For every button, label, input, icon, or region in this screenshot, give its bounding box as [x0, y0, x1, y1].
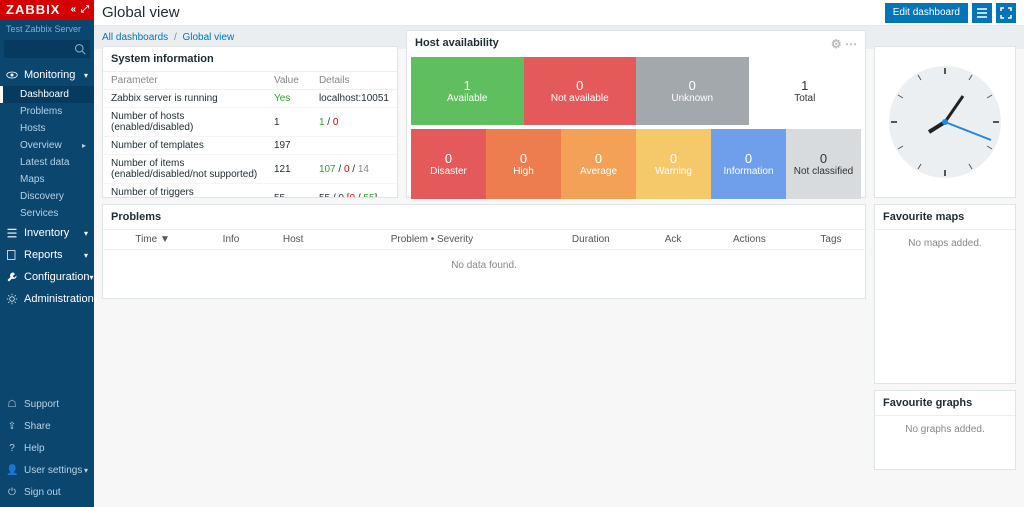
sidebar-item-maps[interactable]: Maps — [0, 171, 94, 188]
sidebar-collapse-icons[interactable]: « ⤢ — [71, 0, 90, 20]
problems-table: Time ▼InfoHostProblem • SeverityDuration… — [103, 230, 865, 250]
col-parameter[interactable]: Parameter — [103, 72, 266, 90]
sidebar-item-problems[interactable]: Problems — [0, 103, 94, 120]
col-time-[interactable]: Time ▼ — [103, 230, 202, 250]
report-icon — [6, 249, 18, 261]
footer-support[interactable]: ☖Support — [0, 393, 94, 415]
list-icon — [6, 227, 18, 239]
nav-configuration[interactable]: Configuration▾ — [0, 266, 94, 288]
nav-reports[interactable]: Reports▾ — [0, 244, 94, 266]
table-row: Number of templates197 — [103, 137, 397, 155]
gear-icon — [6, 293, 18, 305]
logo[interactable]: ZABBIX « ⤢ — [0, 0, 94, 20]
panel-title: Problems — [103, 205, 865, 230]
ha-cell-total[interactable]: 1Total — [749, 57, 862, 125]
col-tags[interactable]: Tags — [797, 230, 865, 250]
nav-inventory[interactable]: Inventory▾ — [0, 222, 94, 244]
fullscreen-icon — [1000, 7, 1012, 19]
problems-empty: No data found. — [103, 250, 865, 281]
footer-signout[interactable]: ⏻Sign out — [0, 481, 94, 503]
panel-system-information: System information Parameter Value Detai… — [102, 46, 398, 198]
panel-problems: Problems Time ▼InfoHostProblem • Severit… — [102, 204, 866, 299]
col-info[interactable]: Info — [202, 230, 260, 250]
panel-favourite-graphs: Favourite graphs No graphs added. — [874, 390, 1016, 470]
table-row: Number of hosts (enabled/disabled)11 / 0 — [103, 108, 397, 137]
more-icon[interactable]: ⋯ — [845, 37, 857, 51]
sidebar-item-dashboard[interactable]: Dashboard — [0, 86, 94, 103]
favmaps-empty: No maps added. — [875, 230, 1015, 257]
edit-dashboard-button[interactable]: Edit dashboard — [885, 3, 968, 23]
ha-cell-information[interactable]: 0Information — [711, 129, 786, 199]
panel-title: Host availability — [415, 37, 499, 51]
wrench-icon — [6, 271, 18, 283]
col-ack[interactable]: Ack — [644, 230, 702, 250]
sidebar-item-hosts[interactable]: Hosts — [0, 120, 94, 137]
user-icon: 👤 — [6, 465, 18, 476]
page-title: Global view — [102, 4, 180, 21]
col-details[interactable]: Details — [311, 72, 397, 90]
col-problem-severity[interactable]: Problem • Severity — [326, 230, 537, 250]
footer-nav: ☖Support ⇪Share ?Help 👤User settings▾ ⏻S… — [0, 393, 94, 503]
ha-cell-disaster[interactable]: 0Disaster — [411, 129, 486, 199]
ha-cell-not-available[interactable]: 0Not available — [524, 57, 637, 125]
footer-help[interactable]: ?Help — [0, 437, 94, 459]
main: Global view Edit dashboard All dashboard… — [94, 0, 1024, 507]
power-icon: ⏻ — [6, 487, 18, 498]
ha-cell-unknown[interactable]: 0Unknown — [636, 57, 749, 125]
gear-icon[interactable]: ⚙ — [831, 37, 842, 51]
panel-host-availability: Host availability ⚙ ⋯ 1Available0Not ava… — [406, 30, 866, 198]
action-menu-button[interactable] — [972, 3, 992, 23]
panel-title: Favourite graphs — [875, 391, 1015, 416]
fullscreen-button[interactable] — [996, 3, 1016, 23]
nav-monitoring[interactable]: Monitoring▾ — [0, 64, 94, 86]
nav-administration[interactable]: Administration▾ — [0, 288, 94, 310]
sidebar: ZABBIX « ⤢ Test Zabbix Server Monitoring… — [0, 0, 94, 507]
footer-settings[interactable]: 👤User settings▾ — [0, 459, 94, 481]
search-icon — [74, 43, 86, 55]
sidebar-item-latest-data[interactable]: Latest data — [0, 154, 94, 171]
topbar: Global view Edit dashboard — [94, 0, 1024, 26]
col-value[interactable]: Value — [266, 72, 311, 90]
ha-cell-available[interactable]: 1Available — [411, 57, 524, 125]
breadcrumb-current[interactable]: Global view — [183, 32, 235, 43]
help-icon: ? — [6, 443, 18, 454]
breadcrumb-all[interactable]: All dashboards — [102, 32, 168, 43]
server-label: Test Zabbix Server — [0, 20, 94, 40]
ha-cell-high[interactable]: 0High — [486, 129, 561, 199]
col-actions[interactable]: Actions — [702, 230, 797, 250]
col-host[interactable]: Host — [260, 230, 327, 250]
system-info-table: Parameter Value Details Zabbix server is… — [103, 72, 397, 198]
sidebar-item-services[interactable]: Services — [0, 205, 94, 222]
favgraphs-empty: No graphs added. — [875, 416, 1015, 443]
panel-favourite-maps: Favourite maps No maps added. — [874, 204, 1016, 384]
table-row: Number of items (enabled/disabled/not su… — [103, 155, 397, 184]
col-duration[interactable]: Duration — [537, 230, 644, 250]
clock-icon — [885, 62, 1005, 182]
sidebar-item-discovery[interactable]: Discovery — [0, 188, 94, 205]
panel-title: System information — [103, 47, 397, 72]
share-icon: ⇪ — [6, 421, 18, 432]
table-row: Number of triggers (enabled/disabled [pr… — [103, 184, 397, 199]
sidebar-item-overview[interactable]: Overview▸ — [0, 137, 94, 154]
table-row: Zabbix server is runningYeslocalhost:100… — [103, 90, 397, 108]
footer-share[interactable]: ⇪Share — [0, 415, 94, 437]
menu-icon — [976, 7, 988, 19]
panel-clock — [874, 46, 1016, 198]
ha-cell-warning[interactable]: 0Warning — [636, 129, 711, 199]
ha-cell-not-classified[interactable]: 0Not classified — [786, 129, 861, 199]
search-input[interactable] — [4, 40, 90, 58]
panel-title: Favourite maps — [875, 205, 1015, 230]
ha-cell-average[interactable]: 0Average — [561, 129, 636, 199]
support-icon: ☖ — [6, 399, 18, 410]
eye-icon — [6, 69, 18, 81]
